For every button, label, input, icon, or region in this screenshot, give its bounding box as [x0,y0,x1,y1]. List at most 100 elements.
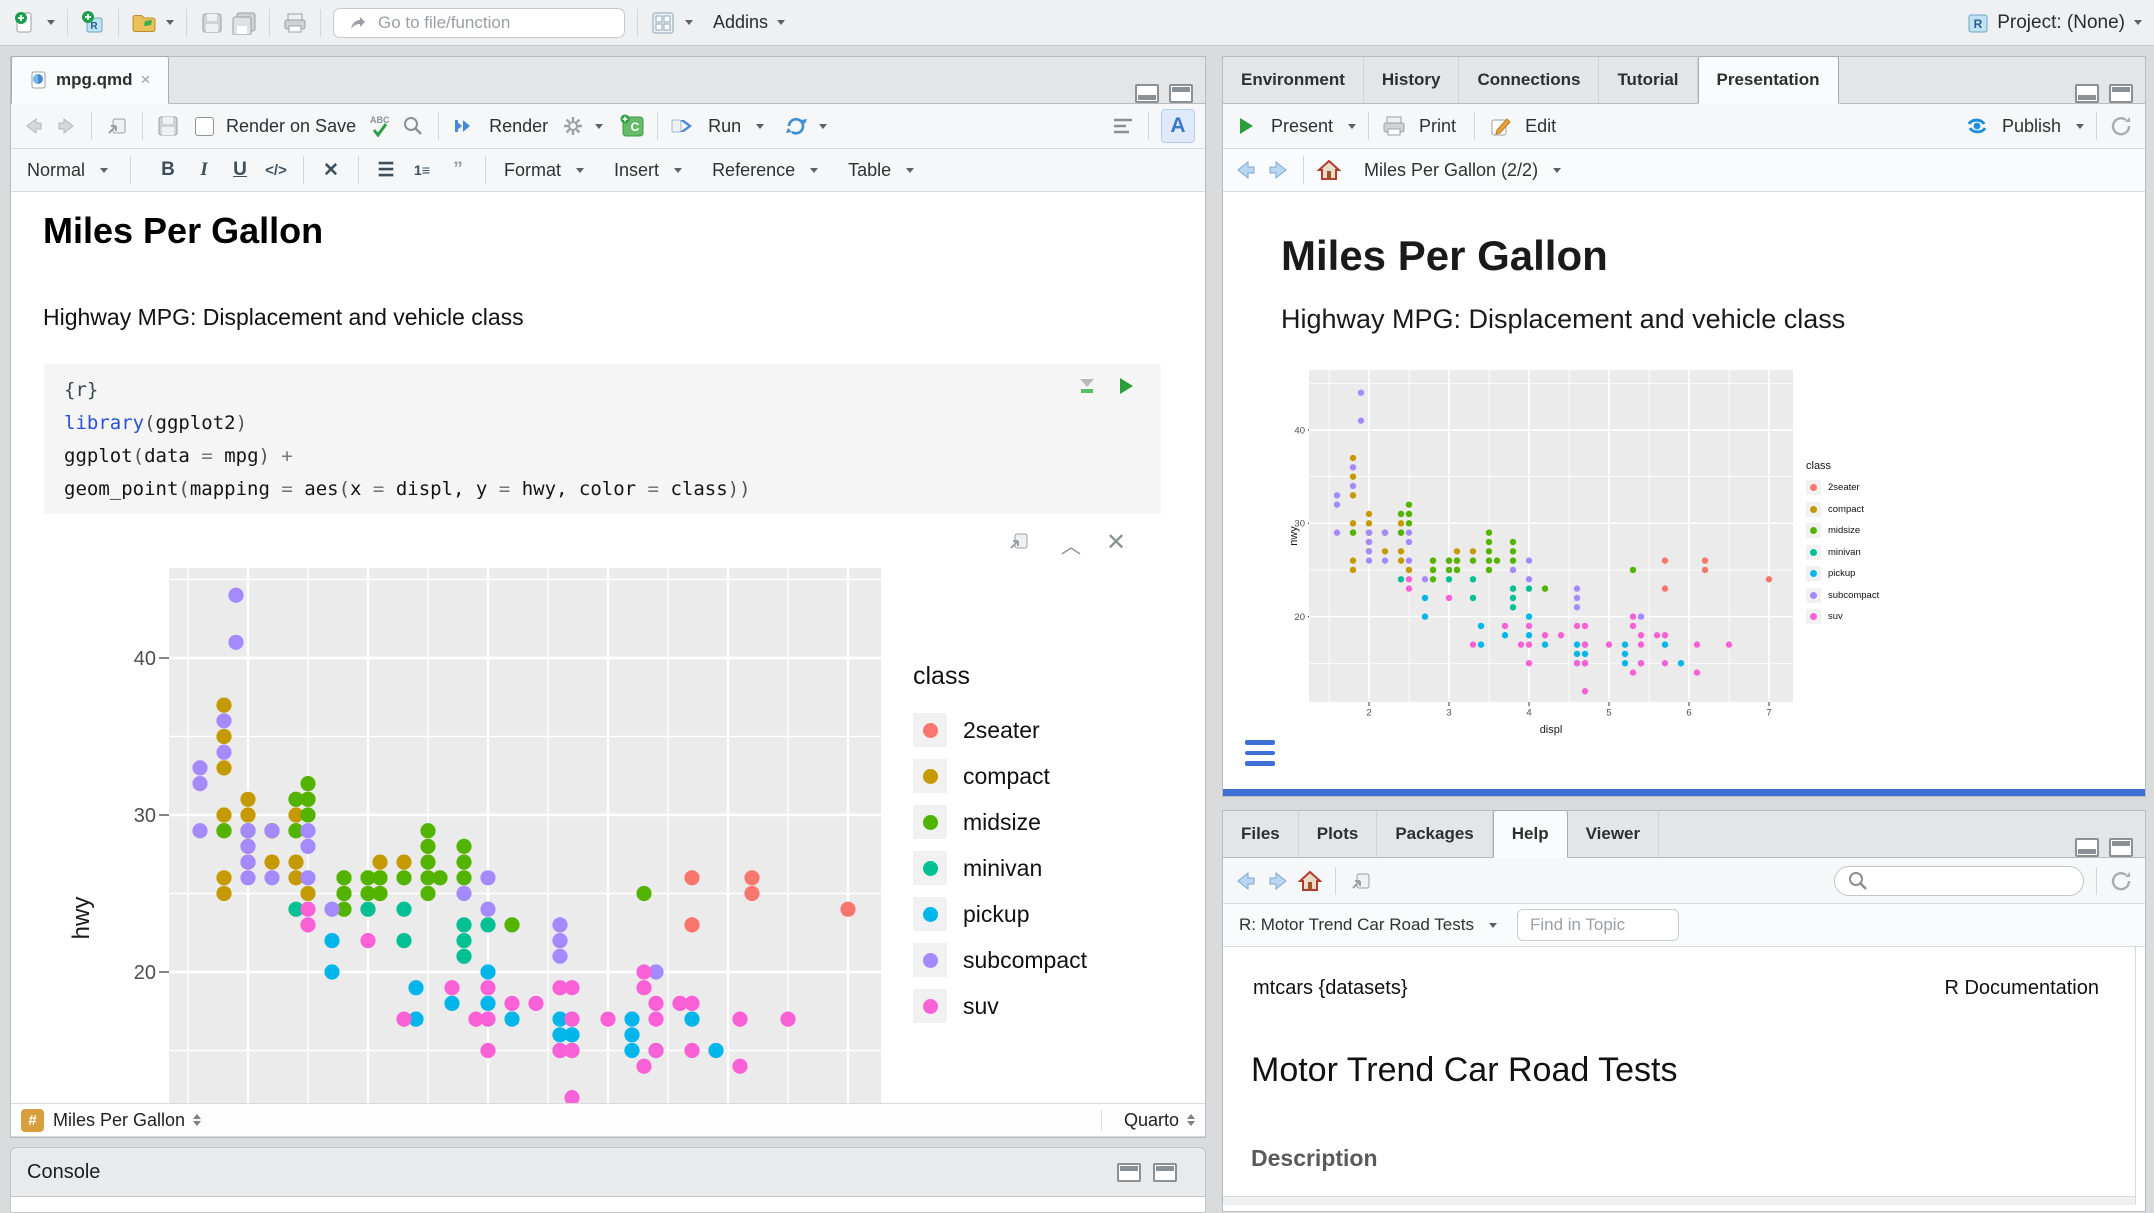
maximize-icon[interactable] [2109,838,2133,857]
editor-mode-selector-icon[interactable] [1187,1114,1195,1126]
gear-icon[interactable] [560,113,586,139]
tab-packages[interactable]: Packages [1377,811,1492,857]
project-menu[interactable]: Project: (None) [1997,12,2125,34]
section-label[interactable]: Miles Per Gallon [53,1110,185,1131]
insert-chunk-icon[interactable]: C [619,113,645,139]
help-search-input[interactable] [1834,866,2084,896]
tab-viewer[interactable]: Viewer [1568,811,1660,857]
save-all-icon[interactable] [231,10,257,36]
slide-selector[interactable]: Miles Per Gallon (2/2) [1358,160,1544,181]
project-caret[interactable] [2134,20,2142,25]
new-project-icon[interactable]: R [80,10,106,36]
forward-icon[interactable] [1265,157,1291,183]
paragraph-style-menu[interactable]: Normal [21,160,91,181]
minimize-icon[interactable] [2075,84,2099,103]
addins-menu[interactable]: Addins [713,12,768,33]
home-icon[interactable] [1297,868,1323,894]
home-icon[interactable] [1316,157,1342,183]
back-icon[interactable] [21,113,47,139]
render-icon[interactable] [451,113,477,139]
outline-icon[interactable] [1110,113,1136,139]
refresh-icon[interactable] [2109,113,2135,139]
tab-help[interactable]: Help [1493,810,1568,858]
publish-caret[interactable] [2076,124,2084,129]
new-file-caret[interactable] [47,20,55,25]
open-file-icon[interactable] [131,10,157,36]
tab-mpg-qmd[interactable]: mpg.qmd × [11,56,169,104]
forward-icon[interactable] [1265,868,1291,894]
tab-presentation[interactable]: Presentation [1698,56,1839,104]
find-in-topic-input[interactable]: Find in Topic [1517,909,1679,941]
tab-tutorial[interactable]: Tutorial [1599,57,1697,103]
run-icon[interactable] [670,113,696,139]
close-tab-icon[interactable]: × [141,70,151,90]
help-topic-selector[interactable]: R: Motor Trend Car Road Tests [1233,915,1480,935]
tab-plots[interactable]: Plots [1299,811,1378,857]
collapse-output-icon[interactable]: ︿ [1061,530,1079,559]
tab-connections[interactable]: Connections [1459,57,1599,103]
tab-history[interactable]: History [1364,57,1460,103]
maximize-icon[interactable] [2109,84,2133,103]
rerun-caret[interactable] [819,124,827,129]
expand-output-icon[interactable] [1006,528,1032,554]
rerun-icon[interactable] [784,113,810,139]
code-button[interactable]: </> [261,162,291,179]
run-chunks-above-icon[interactable] [1077,374,1097,407]
run-caret[interactable] [756,124,764,129]
paragraph-style-caret[interactable] [100,168,108,173]
forward-icon[interactable] [53,113,79,139]
new-file-icon[interactable] [12,10,38,36]
console-header[interactable]: Console [10,1147,1206,1197]
bold-button[interactable]: B [153,159,183,181]
edit-button[interactable]: Edit [1519,116,1562,137]
present-caret[interactable] [1348,124,1356,129]
clear-format-icon[interactable]: ✕ [316,159,346,182]
render-options-caret[interactable] [595,124,603,129]
slide-menu-icon[interactable] [1245,740,1275,766]
edit-icon[interactable] [1487,113,1513,139]
goto-file-input[interactable]: Go to file/function [333,8,625,38]
chunk-code[interactable]: library(ggplot2)ggplot(data = mpg) + geo… [64,407,1141,506]
blockquote-icon[interactable]: ” [443,159,473,181]
numbered-list-icon[interactable]: 1≡ [407,162,437,178]
addins-caret[interactable] [777,20,785,25]
visual-editor-icon[interactable]: A [1161,109,1195,143]
render-button[interactable]: Render [483,116,554,137]
underline-button[interactable]: U [225,159,255,181]
tab-environment[interactable]: Environment [1223,57,1364,103]
print-icon[interactable] [1381,113,1407,139]
present-icon[interactable] [1233,113,1259,139]
print-icon[interactable] [282,10,308,36]
help-content[interactable]: mtcars {datasets} R Documentation Motor … [1223,947,2136,1205]
minimize-icon[interactable] [2075,838,2099,857]
pane-layout-icon[interactable] [650,10,676,36]
help-topic-caret[interactable] [1489,923,1497,928]
run-chunk-icon[interactable] [1117,374,1135,407]
slide-selector-caret[interactable] [1553,168,1561,173]
code-chunk[interactable]: {r} library(ggplot2)ggplot(data = mpg) +… [44,364,1161,514]
document-editor[interactable]: Miles Per Gallon Highway MPG: Displaceme… [11,192,1205,1103]
back-icon[interactable] [1233,157,1259,183]
refresh-icon[interactable] [2109,868,2135,894]
popout-icon[interactable] [1348,868,1374,894]
pane-layout-caret[interactable] [685,20,693,25]
publish-button[interactable]: Publish [1996,116,2067,137]
table-menu[interactable]: Table [842,160,897,181]
insert-menu[interactable]: Insert [608,160,665,181]
reference-menu[interactable]: Reference [706,160,801,181]
run-button[interactable]: Run [702,116,747,137]
save-icon[interactable] [155,113,181,139]
search-icon[interactable] [400,113,426,139]
render-on-save-checkbox[interactable] [195,117,214,136]
back-icon[interactable] [1233,868,1259,894]
section-selector-icon[interactable] [193,1114,201,1126]
presentation-preview[interactable]: Miles Per Gallon Highway MPG: Displaceme… [1223,192,2145,790]
open-recent-caret[interactable] [166,20,174,25]
publish-icon[interactable] [1964,113,1990,139]
minimize-icon[interactable] [1135,84,1159,103]
tab-files[interactable]: Files [1223,811,1299,857]
bullet-list-icon[interactable]: ☰ [371,159,401,182]
spellcheck-icon[interactable]: ABC [368,113,394,139]
maximize-icon[interactable] [1153,1163,1177,1182]
minimize-icon[interactable] [1117,1163,1141,1182]
